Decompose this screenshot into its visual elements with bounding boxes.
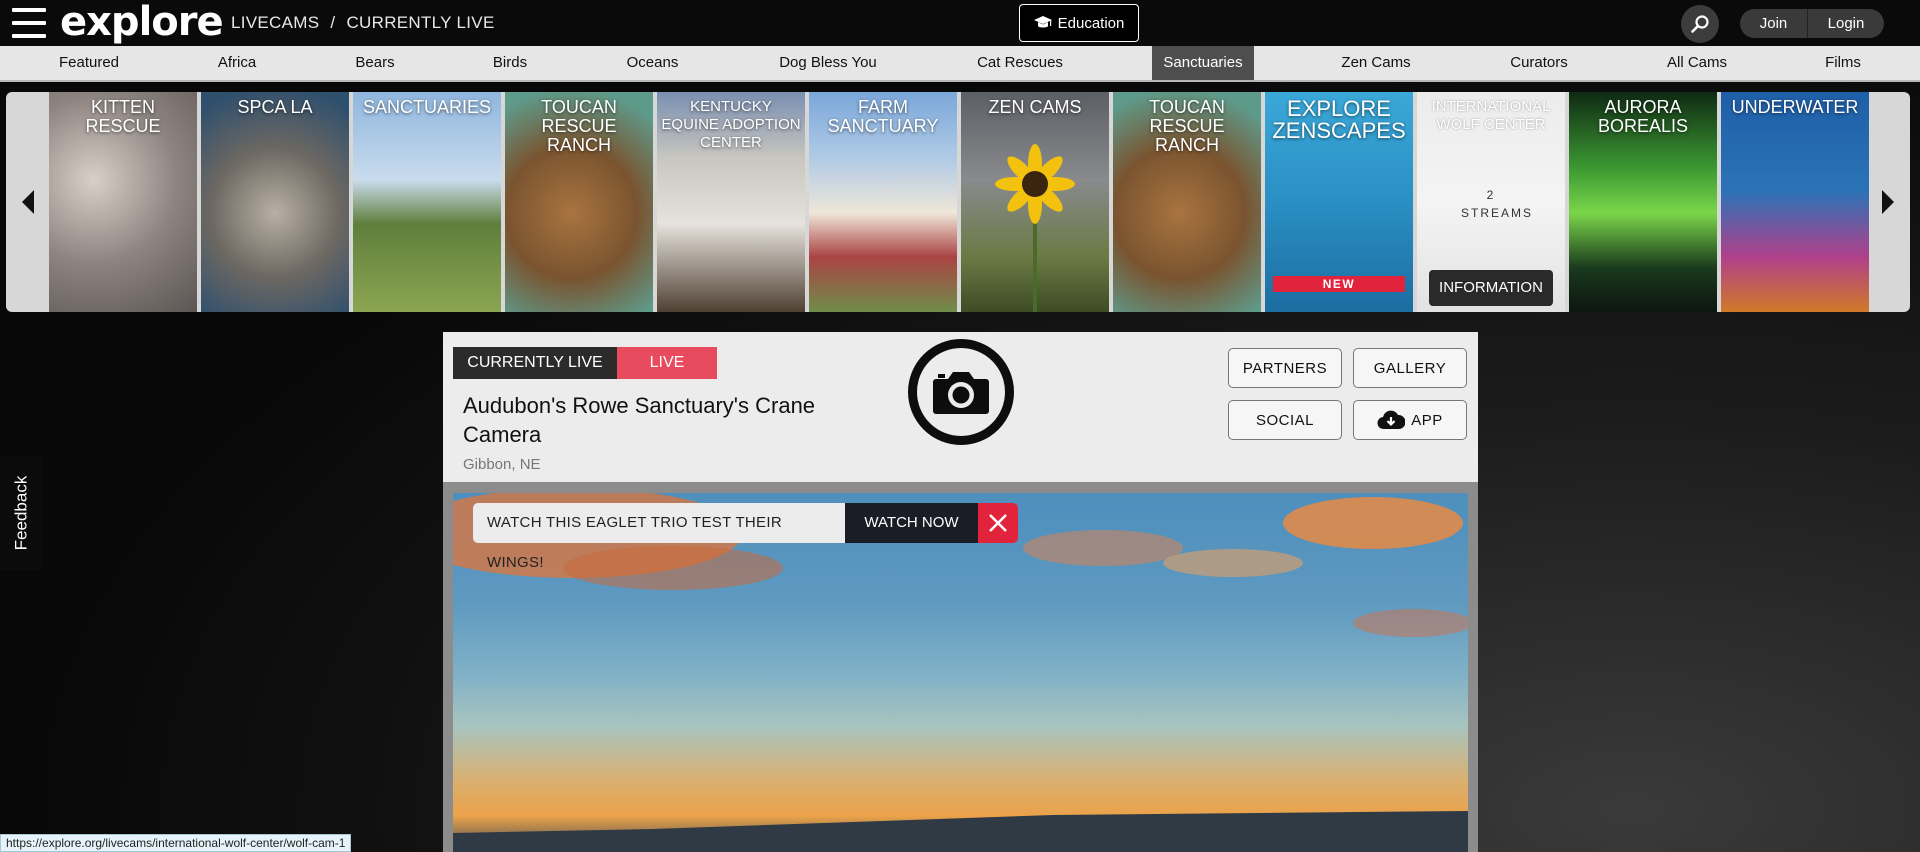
nav-oceans[interactable]: Oceans	[615, 46, 690, 80]
tile-underwater[interactable]: UNDERWATER	[1721, 92, 1869, 312]
tile-explore-zenscapes[interactable]: EXPLORE ZENSCAPES NEW	[1265, 92, 1413, 312]
sunset-clouds	[453, 493, 1468, 852]
status-bar-url: https://explore.org/livecams/internation…	[0, 834, 352, 852]
tile-title: SANCTUARIES	[362, 97, 492, 117]
nav-sanctuaries[interactable]: Sanctuaries	[1152, 46, 1254, 80]
tile-title: TOUCAN RESCUE RANCH	[541, 97, 617, 155]
streams-count: 2 STREAMS	[1461, 188, 1534, 220]
search-icon	[1691, 15, 1709, 33]
nav-all-cams[interactable]: All Cams	[1650, 46, 1744, 80]
tile-title: INTERNATIONAL WOLF CENTER	[1431, 98, 1551, 133]
tile-sanctuaries[interactable]: SANCTUARIES	[353, 92, 501, 312]
top-header: explore LIVECAMS / CURRENTLY LIVE Educat…	[0, 0, 1920, 46]
tile-title: SPCA LA	[237, 97, 313, 117]
tile-spca-la[interactable]: SPCA LA	[201, 92, 349, 312]
breadcrumb-livecams[interactable]: LIVECAMS	[231, 13, 319, 32]
nav-curators[interactable]: Curators	[1500, 46, 1578, 80]
close-promo-button[interactable]	[978, 503, 1018, 543]
nav-featured[interactable]: Featured	[44, 46, 134, 80]
explore-logo[interactable]: explore	[60, 0, 224, 46]
graduation-cap-icon	[1033, 16, 1052, 28]
promo-text: WATCH THIS EAGLET TRIO TEST THEIR WINGS!	[473, 503, 845, 571]
breadcrumb: LIVECAMS / CURRENTLY LIVE	[231, 13, 495, 33]
information-button[interactable]: INFORMATION	[1429, 270, 1553, 306]
carousel-next-button[interactable]	[1868, 92, 1908, 312]
tile-title: ZEN CAMS	[988, 97, 1082, 117]
education-button[interactable]: Education	[1019, 4, 1139, 42]
auth-buttons: Join Login	[1740, 9, 1884, 38]
join-button[interactable]: Join	[1740, 9, 1808, 38]
close-icon	[989, 514, 1007, 532]
live-badge: LIVE	[617, 347, 717, 379]
tile-farm-sanctuary[interactable]: FARM SANCTUARY	[809, 92, 957, 312]
arrow-left-icon	[22, 190, 34, 214]
app-button[interactable]: APP	[1353, 400, 1467, 440]
gallery-button[interactable]: GALLERY	[1353, 348, 1467, 388]
cam-carousel: KITTEN RESCUE SPCA LA SANCTUARIES TOUCAN…	[6, 92, 1910, 312]
arrow-right-icon	[1882, 190, 1894, 214]
cam-location: Gibbon, NE	[463, 456, 541, 473]
cam-panel: CURRENTLY LIVE LIVE Audubon's Rowe Sanct…	[443, 332, 1478, 852]
nav-cat-rescues[interactable]: Cat Rescues	[965, 46, 1075, 80]
app-label: APP	[1411, 411, 1443, 429]
partners-button[interactable]: PARTNERS	[1228, 348, 1342, 388]
tile-kitten-rescue[interactable]: KITTEN RESCUE	[49, 92, 197, 312]
nav-dog-bless-you[interactable]: Dog Bless You	[764, 46, 892, 80]
tile-title: TOUCAN RESCUE RANCH	[1149, 97, 1225, 155]
nav-africa[interactable]: Africa	[200, 46, 274, 80]
breadcrumb-separator: /	[330, 13, 336, 32]
new-badge: NEW	[1273, 276, 1405, 292]
tile-title: KITTEN RESCUE	[85, 97, 161, 136]
nav-zen-cams[interactable]: Zen Cams	[1333, 46, 1419, 80]
feedback-label: Feedback	[11, 475, 31, 551]
tile-title: EXPLORE ZENSCAPES	[1272, 96, 1406, 143]
tile-title: KENTUCKY EQUINE ADOPTION CENTER	[661, 98, 801, 151]
tile-title: FARM SANCTUARY	[827, 97, 939, 136]
currently-live-label: CURRENTLY LIVE LIVE	[453, 347, 717, 379]
tile-kentucky-equine[interactable]: KENTUCKY EQUINE ADOPTION CENTER	[657, 92, 805, 312]
promo-banner: WATCH THIS EAGLET TRIO TEST THEIR WINGS!…	[473, 503, 1018, 571]
education-label: Education	[1057, 14, 1125, 32]
tile-aurora-borealis[interactable]: AURORA BOREALIS	[1569, 92, 1717, 312]
feedback-tab[interactable]: Feedback	[0, 456, 42, 570]
nav-films[interactable]: Films	[1812, 46, 1874, 80]
watch-now-button[interactable]: WATCH NOW	[845, 503, 978, 543]
carousel-prev-button[interactable]	[8, 92, 48, 312]
nav-birds[interactable]: Birds	[475, 46, 545, 80]
tile-toucan-rescue-ranch-2[interactable]: TOUCAN RESCUE RANCH	[1113, 92, 1261, 312]
tile-title: AURORA BOREALIS	[1597, 97, 1689, 136]
breadcrumb-currently-live[interactable]: CURRENTLY LIVE	[346, 13, 494, 32]
search-button[interactable]	[1681, 5, 1719, 43]
tile-toucan-rescue-ranch[interactable]: TOUCAN RESCUE RANCH	[505, 92, 653, 312]
tile-title: UNDERWATER	[1731, 97, 1859, 117]
sunflower-icon	[995, 144, 1075, 312]
category-nav: Featured Africa Bears Birds Oceans Dog B…	[0, 46, 1920, 82]
social-button[interactable]: SOCIAL	[1228, 400, 1342, 440]
login-button[interactable]: Login	[1808, 9, 1884, 38]
nav-bears[interactable]: Bears	[340, 46, 410, 80]
currently-live-text: CURRENTLY LIVE	[453, 347, 617, 379]
cam-title: Audubon's Rowe Sanctuary's Crane Camera	[463, 393, 816, 447]
tile-international-wolf-center[interactable]: INTERNATIONAL WOLF CENTER 2 STREAMS INFO…	[1417, 92, 1565, 312]
camera-icon[interactable]	[908, 339, 1014, 445]
cloud-download-icon	[1377, 410, 1406, 430]
live-video-player[interactable]: WATCH THIS EAGLET TRIO TEST THEIR WINGS!…	[453, 493, 1468, 852]
tile-zen-cams[interactable]: ZEN CAMS	[961, 92, 1109, 312]
cam-header: CURRENTLY LIVE LIVE Audubon's Rowe Sanct…	[443, 332, 1478, 482]
menu-icon[interactable]	[12, 8, 46, 38]
